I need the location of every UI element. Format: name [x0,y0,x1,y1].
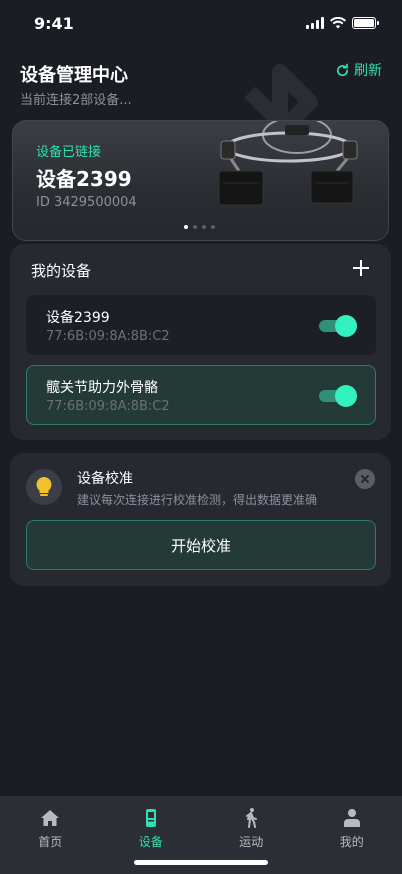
tab-label: 首页 [38,835,63,849]
close-icon[interactable] [355,469,375,489]
connection-status: 设备已链接 [36,145,102,160]
carousel-dot[interactable] [202,225,206,229]
carousel-dot[interactable] [211,225,215,229]
home-icon [41,810,60,826]
hero-device-name: 设备2399 [36,167,132,191]
refresh-button[interactable]: 刷新 [335,60,382,80]
status-bar: 9:41 [0,0,402,46]
page-subtitle: 当前连接2部设备... [20,93,132,108]
walking-icon [246,808,258,828]
wifi-icon [330,17,346,29]
phone-device-icon [145,809,156,827]
exoskeleton-device-image [218,121,358,206]
add-device-button[interactable] [351,258,371,278]
refresh-icon [337,63,349,76]
tab-profile[interactable]: 我的 [302,796,402,874]
battery-icon [352,17,379,29]
tab-home[interactable]: 首页 [0,796,101,874]
tab-label: 设备 [138,835,163,849]
device-toggle[interactable] [319,315,357,337]
carousel-dot[interactable] [184,225,188,229]
status-time: 9:41 [34,13,74,33]
connected-device-card[interactable]: 设备已链接 设备2399 ID 3429500004 [12,120,389,241]
device-toggle[interactable] [319,385,357,407]
lightbulb-icon [26,469,62,505]
my-devices-panel: 我的设备 设备2399 77:6B:09:8A:8B:C2 髋关节助力外骨骼 7… [10,244,391,440]
calibration-title: 设备校准 [77,471,133,487]
my-devices-title: 我的设备 [31,262,92,280]
hero-device-id: ID 3429500004 [36,195,137,210]
device-mac-address: 77:6B:09:8A:8B:C2 [46,399,170,414]
cellular-signal-icon [306,17,324,29]
refresh-label: 刷新 [354,63,382,79]
device-name: 设备2399 [46,310,110,326]
carousel-dot[interactable] [193,225,197,229]
home-indicator [134,860,268,865]
calibration-panel: 设备校准 建议每次连接进行校准检测，得出数据更准确 开始校准 [10,453,391,586]
device-list-item-selected[interactable]: 髋关节助力外骨骼 77:6B:09:8A:8B:C2 [26,365,376,425]
device-list-item[interactable]: 设备2399 77:6B:09:8A:8B:C2 [26,295,376,355]
carousel-dots [184,225,215,229]
page-title: 设备管理中心 [20,65,128,86]
device-mac-address: 77:6B:09:8A:8B:C2 [46,329,170,344]
device-name: 髋关节助力外骨骼 [46,380,158,396]
tab-label: 我的 [339,835,364,849]
start-calibration-button[interactable]: 开始校准 [26,520,376,570]
person-icon [343,809,360,827]
tab-label: 运动 [239,835,264,849]
status-icons [306,17,379,29]
calibration-description: 建议每次连接进行校准检测，得出数据更准确 [77,493,318,507]
